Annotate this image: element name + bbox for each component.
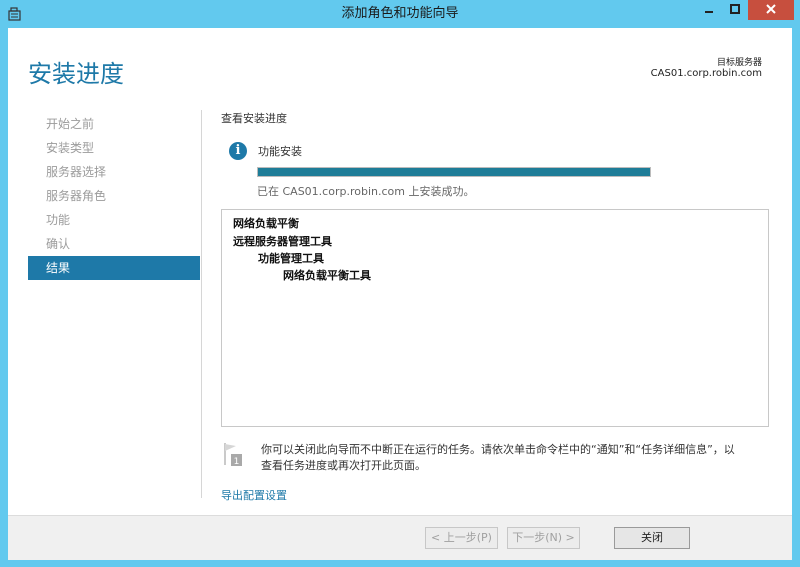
close-icon (766, 3, 776, 17)
wizard-nav: 开始之前 安装类型 服务器选择 服务器角色 功能 确认 结果 (28, 112, 200, 280)
maximize-button[interactable] (722, 0, 748, 20)
previous-button[interactable]: < 上一步(P) (425, 527, 498, 549)
nav-item-features: 功能 (46, 213, 71, 227)
page-title: 安装进度 (28, 60, 124, 88)
svg-text:1: 1 (234, 457, 240, 467)
result-item-nlb-tools: 网络负载平衡工具 (283, 269, 371, 282)
close-button[interactable]: 关闭 (614, 527, 690, 549)
progress-bar (257, 167, 651, 177)
title-bar[interactable]: 添加角色和功能向导 (0, 0, 800, 28)
nav-item-confirmation: 确认 (46, 237, 71, 251)
nav-item-server-roles: 服务器角色 (46, 189, 107, 203)
export-config-link[interactable]: 导出配置设置 (221, 487, 287, 503)
install-label: 功能安装 (258, 145, 302, 158)
info-icon: i (229, 142, 247, 160)
minimize-icon (704, 3, 714, 17)
window-title: 添加角色和功能向导 (341, 6, 459, 21)
install-status: 已在 CAS01.corp.robin.com 上安装成功。 (257, 185, 475, 198)
wizard-client-area: 安装进度 目标服务器 CAS01.corp.robin.com 开始之前 安装类… (8, 28, 792, 560)
minimize-button[interactable] (696, 0, 722, 20)
results-list[interactable]: 网络负载平衡 远程服务器管理工具 功能管理工具 网络负载平衡工具 (221, 209, 769, 427)
section-title: 查看安装进度 (221, 112, 287, 125)
close-window-button[interactable] (748, 0, 794, 20)
result-item-feature-tools: 功能管理工具 (258, 252, 324, 265)
target-server-label: 目标服务器 (716, 58, 762, 68)
wizard-window: 添加角色和功能向导 安装进度 目标服务器 CAS01.corp.robin.co… (0, 0, 800, 567)
nav-item-before-you-begin: 开始之前 (46, 117, 95, 131)
close-wizard-note: 你可以关闭此向导而不中断正在运行的任务。请依次单击命令栏中的“通知”和“任务详细… (261, 442, 781, 474)
result-item-rsat: 远程服务器管理工具 (233, 235, 332, 248)
next-button[interactable]: 下一步(N) > (507, 527, 580, 549)
note-line-2: 查看任务进度或再次打开此页面。 (261, 459, 426, 472)
progress-fill (258, 168, 650, 176)
target-server-name: CAS01.corp.robin.com (650, 68, 762, 79)
wizard-footer: < 上一步(P) 下一步(N) > 关闭 (8, 515, 792, 560)
nav-item-installation-type: 安装类型 (46, 141, 95, 155)
maximize-icon (730, 3, 740, 17)
result-item-nlb: 网络负载平衡 (233, 217, 299, 230)
nav-item-results[interactable]: 结果 (28, 256, 200, 280)
wizard-header: 安装进度 目标服务器 CAS01.corp.robin.com (8, 28, 792, 106)
flag-notification-icon: 1 (222, 441, 244, 469)
note-line-1: 你可以关闭此向导而不中断正在运行的任务。请依次单击命令栏中的“通知”和“任务详细… (261, 443, 735, 456)
nav-divider (201, 110, 202, 498)
nav-item-server-selection: 服务器选择 (46, 165, 107, 179)
